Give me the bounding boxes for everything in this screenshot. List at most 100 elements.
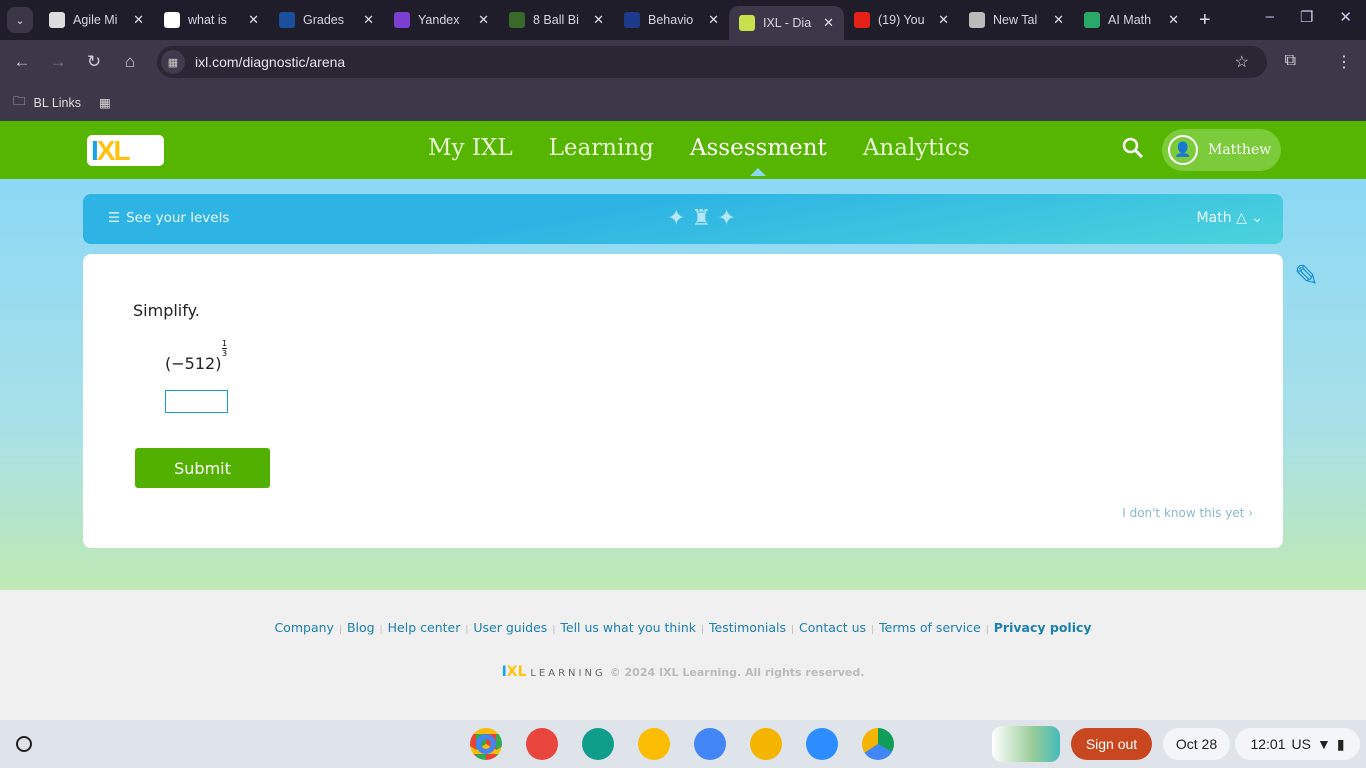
slides-app-icon[interactable] [750, 728, 782, 760]
see-levels-button[interactable]: ☰ See your levels [108, 210, 229, 226]
ixl-header: IXL My IXL Learning Assessment Analytics 👤 M… [0, 121, 1366, 179]
tab-search-button[interactable]: ⌄ [7, 7, 33, 33]
address-bar[interactable]: ▦ ixl.com/diagnostic/arena ☆ [157, 46, 1267, 78]
ixl-footer-logo: IXL [501, 664, 527, 680]
footer-link[interactable]: Privacy policy [994, 620, 1092, 635]
youtube-icon [854, 12, 870, 28]
sis-icon [279, 12, 295, 28]
behavior-icon [624, 12, 640, 28]
separator: | [871, 625, 875, 635]
submit-button[interactable]: Submit [135, 448, 270, 488]
see-levels-label: See your levels [126, 210, 230, 226]
close-tab-icon[interactable]: ✕ [478, 12, 489, 28]
new-tab-button[interactable]: + [1199, 9, 1211, 32]
browser-tab[interactable]: New Tal ✕ [959, 0, 1074, 40]
sign-out-button[interactable]: Sign out [1071, 728, 1152, 760]
minimize-button[interactable]: – [1266, 8, 1274, 26]
chrome-app-icon[interactable] [470, 728, 502, 760]
footer-link[interactable]: Tell us what you think [560, 620, 696, 635]
browser-tab[interactable]: (19) You ✕ [844, 0, 959, 40]
close-tab-icon[interactable]: ✕ [593, 12, 604, 28]
menu-icon[interactable]: ⋮ [1336, 52, 1352, 72]
footer-link[interactable]: Help center [388, 620, 461, 635]
separator: | [552, 625, 556, 635]
footer-links: Company | Blog | Help center | User guides | Tel… [0, 620, 1366, 635]
site-info-icon[interactable]: ▦ [161, 50, 185, 74]
footer-link[interactable]: Contact us [799, 620, 866, 635]
tab-strip: ⌄ Agile Mi ✕ what is ✕ Grades ✕ Yandex ✕ 8 Ball … [0, 0, 1366, 40]
close-tab-icon[interactable]: ✕ [938, 12, 949, 28]
apps-grid-icon[interactable]: ▦ [99, 95, 111, 110]
tab-title: New Tal [993, 13, 1038, 27]
nav-my-ixl[interactable]: My IXL [428, 135, 513, 161]
folder-icon: 🗀 [13, 94, 26, 108]
reload-button[interactable]: ↻ [76, 52, 112, 72]
restore-button[interactable]: ❐ [1300, 8, 1313, 26]
user-name: Matthew [1208, 142, 1272, 158]
tote-thumbnail[interactable] [992, 726, 1060, 762]
back-button[interactable]: ← [4, 52, 40, 72]
canvas-app-icon[interactable] [526, 728, 558, 760]
tab-title: Behavio [648, 13, 694, 27]
close-tab-icon[interactable]: ✕ [823, 15, 834, 31]
footer-link[interactable]: Testimonials [709, 620, 786, 635]
date-button[interactable]: Oct 28 [1163, 728, 1230, 760]
keep-app-icon[interactable] [638, 728, 670, 760]
nav-assessment[interactable]: Assessment [690, 135, 827, 176]
close-tab-icon[interactable]: ✕ [708, 12, 719, 28]
url-text[interactable]: ixl.com/diagnostic/arena [195, 54, 345, 70]
browser-tab[interactable]: Yandex ✕ [384, 0, 499, 40]
launcher-button[interactable] [16, 736, 32, 752]
footer-link[interactable]: Terms of service [879, 620, 981, 635]
tab-title: Agile Mi [73, 13, 118, 27]
home-button[interactable]: ⌂ [112, 52, 148, 72]
forward-button[interactable]: → [40, 52, 76, 72]
tab-title: Grades [303, 13, 344, 27]
separator: | [465, 625, 469, 635]
tab-title: (19) You [878, 13, 925, 27]
close-tab-icon[interactable]: ✕ [363, 12, 374, 28]
exponent-fraction: 13 [222, 339, 228, 358]
user-menu-button[interactable]: 👤 Matthew [1162, 129, 1281, 171]
classroom-app-icon[interactable] [582, 728, 614, 760]
browser-tab[interactable]: Grades ✕ [269, 0, 384, 40]
footer-link[interactable]: User guides [473, 620, 547, 635]
bookmark-star-icon[interactable]: ☆ [1235, 52, 1249, 72]
close-tab-icon[interactable]: ✕ [248, 12, 259, 28]
battery-icon: ▮ [1336, 735, 1345, 752]
browser-tab[interactable]: Agile Mi ✕ [39, 0, 154, 40]
browser-tab[interactable]: what is ✕ [154, 0, 269, 40]
nav-learning[interactable]: Learning [549, 135, 654, 161]
subject-selector[interactable]: Math △ ⌄ [1197, 210, 1263, 226]
ixl-logo[interactable]: IXL [87, 135, 164, 166]
close-window-button[interactable]: ✕ [1339, 8, 1352, 26]
dont-know-link[interactable]: I don't know this yet › [1122, 506, 1253, 520]
learning-wordmark: LEARNING [530, 668, 606, 679]
footer-link[interactable]: Company [274, 620, 333, 635]
bookmark-folder-bl-links[interactable]: BL Links [34, 96, 81, 110]
close-tab-icon[interactable]: ✕ [1053, 12, 1064, 28]
diagnostic-arena: ☰ See your levels ✦ ♜ ✦ Math △ ⌄ Simplify… [0, 179, 1366, 590]
nav-analytics[interactable]: Analytics [863, 135, 970, 161]
tab-title: IXL - Dia [763, 16, 812, 30]
docs-app-icon[interactable] [694, 728, 726, 760]
ixl-icon [739, 15, 755, 31]
sliders-icon: ☰ [108, 210, 121, 226]
extensions-icon[interactable]: ⧉ [1285, 52, 1296, 72]
copyright-text: © 2024 IXL Learning. All rights reserved… [609, 666, 865, 679]
footer-link[interactable]: Blog [347, 620, 375, 635]
close-tab-icon[interactable]: ✕ [1168, 12, 1179, 28]
browser-tab[interactable]: AI Math ✕ [1074, 0, 1189, 40]
bookmarks-bar: 🗀 BL Links ▦ [0, 84, 1366, 121]
answer-input[interactable] [165, 390, 228, 413]
agile-mind-icon [49, 12, 65, 28]
search-icon[interactable] [1122, 137, 1144, 159]
status-area[interactable]: 12:01 US ▼ ▮ [1235, 728, 1360, 760]
pencil-icon[interactable]: ✎ [1294, 259, 1319, 294]
drive-app-icon[interactable] [862, 728, 894, 760]
browser-tab[interactable]: Behavio ✕ [614, 0, 729, 40]
zoom-app-icon[interactable] [806, 728, 838, 760]
close-tab-icon[interactable]: ✕ [133, 12, 144, 28]
browser-tab[interactable]: 8 Ball Bi ✕ [499, 0, 614, 40]
browser-tab[interactable]: IXL - Dia ✕ [729, 6, 844, 40]
